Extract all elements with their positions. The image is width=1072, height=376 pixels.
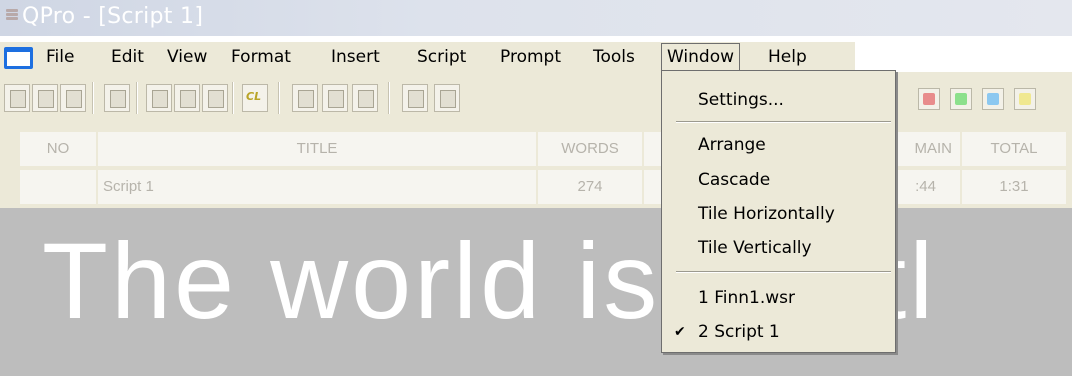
- window-title: QPro - [Script 1]: [22, 4, 204, 29]
- checkmark-icon: ✔: [674, 324, 686, 340]
- menu-item-finn1[interactable]: 1 Finn1.wsr: [698, 286, 795, 310]
- menu-tools[interactable]: Tools: [593, 43, 635, 71]
- green-color-icon[interactable]: [950, 88, 972, 110]
- toolbar-separator: [92, 82, 94, 114]
- layout-alt-icon[interactable]: [434, 84, 460, 112]
- red-swatch: [923, 93, 935, 105]
- cut-icon[interactable]: [146, 84, 172, 112]
- menu-window[interactable]: Window: [661, 43, 741, 71]
- menu-separator: [676, 271, 891, 273]
- layout-icon[interactable]: [402, 84, 428, 112]
- header-words[interactable]: WORDS: [538, 132, 642, 166]
- red-color-icon[interactable]: [918, 88, 940, 110]
- save-as-icon[interactable]: [104, 84, 130, 112]
- toolbar-separator: [232, 82, 234, 114]
- prompter-area[interactable]: The world is a littl: [0, 208, 1072, 376]
- menu-item-tile-horizontally[interactable]: Tile Horizontally: [698, 202, 835, 226]
- tool-icon[interactable]: [352, 84, 378, 112]
- yellow-swatch: [1019, 93, 1031, 105]
- menu-script[interactable]: Script: [417, 43, 466, 71]
- menu-item-script1[interactable]: 2 Script 1: [698, 320, 780, 344]
- toolbar-separator: [278, 82, 280, 114]
- copy-icon[interactable]: [174, 84, 200, 112]
- save-icon[interactable]: [60, 84, 86, 112]
- menu-prompt[interactable]: Prompt: [500, 43, 561, 71]
- menu-edit[interactable]: Edit: [111, 43, 144, 71]
- prompter-icon[interactable]: [292, 84, 318, 112]
- menu-format[interactable]: Format: [231, 43, 291, 71]
- cl-icon[interactable]: CL: [242, 84, 268, 112]
- row-title[interactable]: Script 1: [98, 170, 536, 204]
- title-bar: QPro - [Script 1]: [0, 0, 1072, 36]
- header-no[interactable]: NO: [20, 132, 96, 166]
- blue-swatch: [987, 93, 999, 105]
- window-menu-dropdown: Settings... Arrange Cascade Tile Horizon…: [661, 70, 896, 353]
- menu-view[interactable]: View: [167, 43, 207, 71]
- open-icon[interactable]: [32, 84, 58, 112]
- toolbar-separator: [136, 82, 138, 114]
- row-words[interactable]: 274: [538, 170, 642, 204]
- header-total[interactable]: TOTAL: [962, 132, 1066, 166]
- green-swatch: [955, 93, 967, 105]
- menu-item-settings[interactable]: Settings...: [698, 88, 784, 112]
- yellow-color-icon[interactable]: [1014, 88, 1036, 110]
- row-total[interactable]: 1:31: [962, 170, 1066, 204]
- menu-file[interactable]: File: [46, 43, 74, 71]
- paste-icon[interactable]: [202, 84, 228, 112]
- menu-item-tile-vertically[interactable]: Tile Vertically: [698, 236, 812, 260]
- prompter-alt-icon[interactable]: [322, 84, 348, 112]
- header-title[interactable]: TITLE: [98, 132, 536, 166]
- blue-color-icon[interactable]: [982, 88, 1004, 110]
- document-window-icon[interactable]: [4, 47, 33, 69]
- menu-insert[interactable]: Insert: [331, 43, 380, 71]
- menu-help[interactable]: Help: [768, 43, 807, 71]
- toolbar-separator: [388, 82, 390, 114]
- menu-item-cascade[interactable]: Cascade: [698, 168, 770, 192]
- row-no[interactable]: [20, 170, 96, 204]
- new-icon[interactable]: [4, 84, 30, 112]
- menu-separator: [676, 121, 891, 123]
- app-icon: [6, 9, 18, 25]
- menu-item-arrange[interactable]: Arrange: [698, 133, 766, 157]
